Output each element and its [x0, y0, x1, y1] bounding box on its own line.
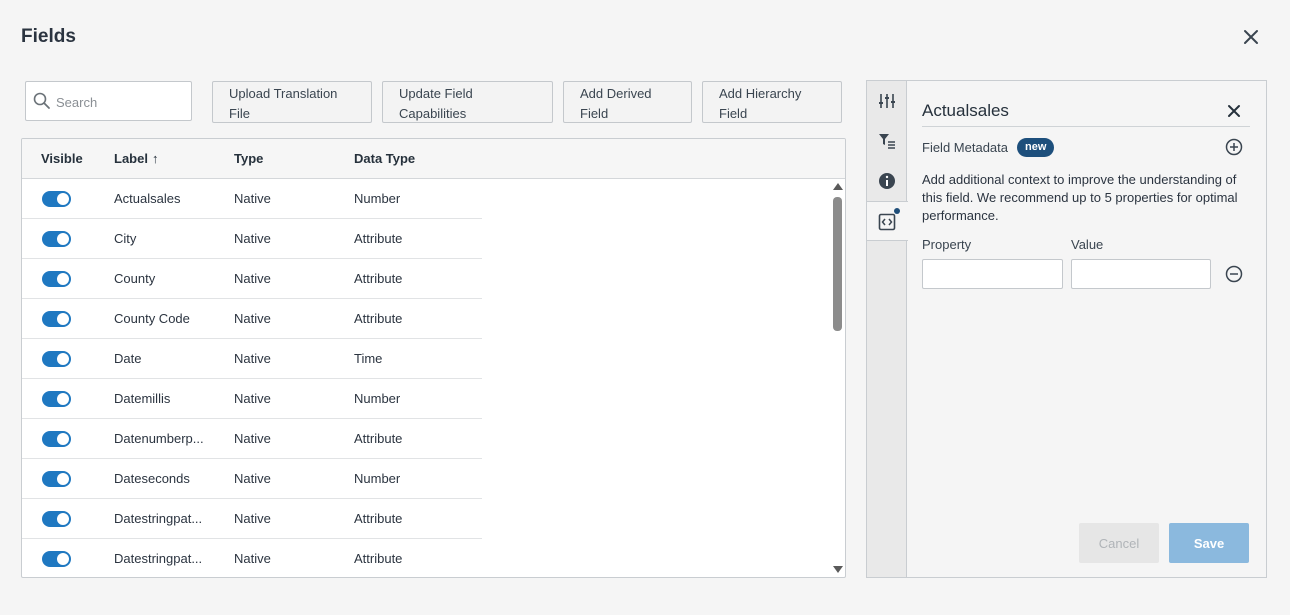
search-input[interactable] — [56, 91, 186, 113]
row-data-type: Time — [354, 351, 383, 366]
row-type: Native — [234, 551, 271, 566]
remove-property-icon[interactable] — [1225, 265, 1243, 283]
scroll-thumb[interactable] — [833, 197, 842, 331]
panel-divider — [922, 126, 1250, 127]
tab-metadata[interactable] — [867, 201, 908, 241]
field-metadata-label: Field Metadata — [922, 140, 1008, 155]
column-header-data-type[interactable]: Data Type — [354, 151, 415, 166]
row-data-type: Number — [354, 191, 401, 206]
row-type: Native — [234, 231, 271, 246]
field-details-panel: Actualsales Field Metadata new Add addit… — [866, 80, 1267, 578]
visible-toggle[interactable] — [42, 191, 71, 207]
row-label: Date — [114, 351, 142, 366]
row-type: Native — [234, 351, 271, 366]
scroll-up-arrow-icon[interactable] — [833, 183, 843, 190]
tab-filters[interactable] — [867, 121, 907, 161]
visible-toggle[interactable] — [42, 311, 71, 327]
visible-toggle[interactable] — [42, 391, 71, 407]
sliders-icon — [879, 94, 895, 108]
row-type: Native — [234, 431, 271, 446]
visible-toggle[interactable] — [42, 431, 71, 447]
row-label: Datemillis — [114, 391, 171, 406]
value-label: Value — [1071, 237, 1104, 252]
row-label: Datestringpat... — [114, 551, 203, 566]
row-label: County — [114, 271, 156, 286]
row-data-type: Number — [354, 391, 401, 406]
table-row[interactable]: County Code Native Attribute — [22, 299, 482, 339]
upload-translation-file-button[interactable]: Upload Translation File — [212, 81, 372, 123]
column-header-label[interactable]: Label ↑ — [114, 151, 158, 166]
row-label: Actualsales — [114, 191, 181, 206]
page-title: Fields — [21, 26, 76, 47]
table-row[interactable]: Datemillis Native Number — [22, 379, 482, 419]
column-header-type[interactable]: Type — [234, 151, 263, 166]
info-icon — [879, 173, 895, 189]
visible-toggle[interactable] — [42, 231, 71, 247]
row-label: City — [114, 231, 137, 246]
column-header-label-text: Label — [114, 151, 148, 166]
row-data-type: Number — [354, 471, 401, 486]
table-header: Visible Label ↑ Type Data Type — [22, 139, 845, 179]
table-row[interactable]: Dateseconds Native Number — [22, 459, 482, 499]
update-field-capabilities-button[interactable]: Update Field Capabilities — [382, 81, 553, 123]
visible-toggle[interactable] — [42, 511, 71, 527]
table-body: Actualsales Native Number City Native Attrib… — [22, 179, 482, 577]
table-scrollbar[interactable] — [830, 179, 845, 577]
search-icon — [33, 92, 50, 109]
table-row[interactable]: County Native Attribute — [22, 259, 482, 299]
row-label: Datenumberp... — [114, 431, 204, 446]
row-label: Datestringpat... — [114, 511, 203, 526]
row-label: Dateseconds — [114, 471, 190, 486]
sort-ascending-icon: ↑ — [151, 151, 159, 166]
tab-settings[interactable] — [867, 81, 907, 121]
add-hierarchy-field-button[interactable]: Add Hierarchy Field — [702, 81, 842, 123]
row-type: Native — [234, 471, 271, 486]
panel-title: Actualsales — [922, 101, 1009, 120]
row-data-type: Attribute — [354, 271, 403, 286]
search-box[interactable] — [25, 81, 192, 121]
new-badge: new — [1017, 138, 1055, 157]
visible-toggle[interactable] — [42, 271, 71, 287]
add-property-icon[interactable] — [1225, 138, 1243, 156]
row-label: County Code — [114, 311, 190, 326]
visible-toggle[interactable] — [42, 471, 71, 487]
row-data-type: Attribute — [354, 551, 403, 566]
notification-dot — [894, 208, 900, 214]
row-type: Native — [234, 391, 271, 406]
metadata-description: Add additional context to improve the un… — [922, 172, 1238, 223]
scroll-down-arrow-icon[interactable] — [833, 566, 843, 573]
row-data-type: Attribute — [354, 311, 403, 326]
property-input[interactable] — [922, 259, 1063, 289]
table-row[interactable]: Actualsales Native Number — [22, 179, 482, 219]
row-type: Native — [234, 191, 271, 206]
filter-list-icon — [879, 134, 895, 149]
value-input[interactable] — [1071, 259, 1211, 289]
table-row[interactable]: Datenumberp... Native Attribute — [22, 419, 482, 459]
panel-tab-strip — [867, 81, 908, 577]
row-data-type: Attribute — [354, 431, 403, 446]
table-row[interactable]: Datestringpat... Native Attribute — [22, 539, 482, 577]
visible-toggle[interactable] — [42, 551, 71, 567]
close-panel-icon[interactable] — [1227, 104, 1241, 118]
table-row[interactable]: Datestringpat... Native Attribute — [22, 499, 482, 539]
row-type: Native — [234, 311, 271, 326]
column-header-visible[interactable]: Visible — [41, 151, 83, 166]
table-row[interactable]: Date Native Time — [22, 339, 482, 379]
fields-table: Visible Label ↑ Type Data Type Actualsale… — [21, 138, 846, 578]
table-row[interactable]: City Native Attribute — [22, 219, 482, 259]
row-data-type: Attribute — [354, 511, 403, 526]
row-data-type: Attribute — [354, 231, 403, 246]
property-label: Property — [922, 237, 972, 252]
close-dialog-icon[interactable] — [1240, 26, 1262, 48]
cancel-button[interactable]: Cancel — [1079, 523, 1159, 563]
save-button[interactable]: Save — [1169, 523, 1249, 563]
code-icon — [878, 213, 896, 231]
visible-toggle[interactable] — [42, 351, 71, 367]
row-type: Native — [234, 511, 271, 526]
add-derived-field-button[interactable]: Add Derived Field — [563, 81, 692, 123]
tab-info[interactable] — [867, 161, 907, 201]
row-type: Native — [234, 271, 271, 286]
